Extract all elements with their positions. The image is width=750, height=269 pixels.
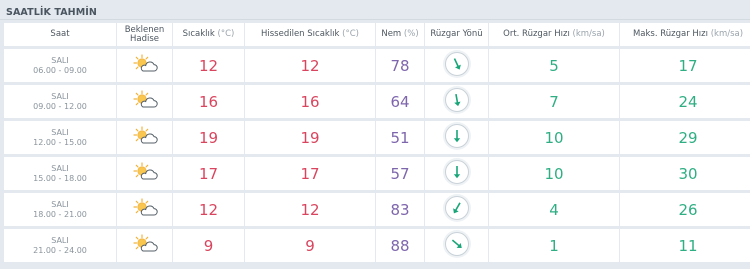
wind-direction-cell [425, 229, 488, 262]
table-row: SALI 06.00 - 09.00 12 12 78 5 17 [4, 49, 750, 82]
day-label: SALI [51, 163, 69, 173]
day-label: SALI [51, 199, 69, 209]
temperature-cell: 9 [173, 229, 244, 262]
time-cell: SALI 15.00 - 18.00 [4, 157, 116, 190]
wind-direction-cell [425, 85, 488, 118]
period-label: 15.00 - 18.00 [33, 173, 87, 183]
wind-direction-cell [425, 49, 488, 82]
table-header-row: Saat Beklenen Hadise Sıcaklık (°C) Hissed… [4, 23, 750, 46]
wind-direction-arrow-icon [444, 123, 469, 148]
humidity-cell: 51 [376, 121, 424, 154]
humidity-cell: 78 [376, 49, 424, 82]
period-label: 12.00 - 15.00 [33, 137, 87, 147]
forecast-table: Saat Beklenen Hadise Sıcaklık (°C) Hissed… [3, 20, 750, 265]
table-row: SALI 15.00 - 18.00 17 17 57 10 30 [4, 157, 750, 190]
header-feels: Hissedilen Sıcaklık (°C) [245, 23, 375, 46]
table-row: SALI 09.00 - 12.00 16 16 64 7 24 [4, 85, 750, 118]
feels-like-cell: 12 [245, 49, 375, 82]
feels-like-cell: 16 [245, 85, 375, 118]
avg-wind-cell: 7 [489, 85, 619, 118]
forecast-cell [117, 193, 172, 226]
partly-cloudy-icon [131, 233, 159, 254]
wind-direction-arrow-icon [444, 195, 469, 220]
avg-wind-cell: 5 [489, 49, 619, 82]
wind-direction-arrow-icon [444, 159, 469, 184]
table-row: SALI 21.00 - 24.00 9 9 88 1 11 [4, 229, 750, 262]
wind-direction-arrow-icon [444, 87, 469, 112]
forecast-cell [117, 49, 172, 82]
forecast-cell [117, 229, 172, 262]
avg-wind-cell: 10 [489, 157, 619, 190]
max-wind-cell: 24 [620, 85, 750, 118]
period-label: 18.00 - 21.00 [33, 209, 87, 219]
max-wind-cell: 29 [620, 121, 750, 154]
table-row: SALI 12.00 - 15.00 19 19 51 10 29 [4, 121, 750, 154]
max-wind-cell: 11 [620, 229, 750, 262]
humidity-cell: 57 [376, 157, 424, 190]
temperature-cell: 12 [173, 193, 244, 226]
partly-cloudy-icon [131, 53, 159, 74]
forecast-cell [117, 85, 172, 118]
feels-like-cell: 9 [245, 229, 375, 262]
table-row: SALI 18.00 - 21.00 12 12 83 4 26 [4, 193, 750, 226]
wind-direction-arrow-icon [444, 51, 469, 76]
time-cell: SALI 12.00 - 15.00 [4, 121, 116, 154]
time-cell: SALI 09.00 - 12.00 [4, 85, 116, 118]
partly-cloudy-icon [131, 89, 159, 110]
wind-direction-cell [425, 193, 488, 226]
temperature-cell: 16 [173, 85, 244, 118]
feels-like-cell: 17 [245, 157, 375, 190]
header-time: Saat [4, 23, 116, 46]
day-label: SALI [51, 91, 69, 101]
hourly-forecast-panel: SAATLİK TAHMİN Saat Beklenen Hadise Sıcak… [0, 0, 750, 269]
header-forecast: Beklenen Hadise [117, 23, 172, 46]
header-wind-direction: Rüzgar Yönü [425, 23, 488, 46]
temperature-cell: 12 [173, 49, 244, 82]
header-max-wind: Maks. Rüzgar Hızı (km/sa) [620, 23, 750, 46]
day-label: SALI [51, 127, 69, 137]
humidity-cell: 88 [376, 229, 424, 262]
period-label: 21.00 - 24.00 [33, 245, 87, 255]
day-label: SALI [51, 55, 69, 65]
partly-cloudy-icon [131, 161, 159, 182]
avg-wind-cell: 1 [489, 229, 619, 262]
panel-title: SAATLİK TAHMİN [6, 7, 97, 18]
forecast-cell [117, 121, 172, 154]
time-cell: SALI 18.00 - 21.00 [4, 193, 116, 226]
forecast-cell [117, 157, 172, 190]
time-cell: SALI 21.00 - 24.00 [4, 229, 116, 262]
partly-cloudy-icon [131, 125, 159, 146]
period-label: 09.00 - 12.00 [33, 101, 87, 111]
wind-direction-cell [425, 157, 488, 190]
humidity-cell: 64 [376, 85, 424, 118]
avg-wind-cell: 10 [489, 121, 619, 154]
max-wind-cell: 17 [620, 49, 750, 82]
humidity-cell: 83 [376, 193, 424, 226]
header-humidity: Nem (%) [376, 23, 424, 46]
temperature-cell: 19 [173, 121, 244, 154]
feels-like-cell: 12 [245, 193, 375, 226]
header-temp: Sıcaklık (°C) [173, 23, 244, 46]
max-wind-cell: 30 [620, 157, 750, 190]
time-cell: SALI 06.00 - 09.00 [4, 49, 116, 82]
partly-cloudy-icon [131, 197, 159, 218]
wind-direction-cell [425, 121, 488, 154]
header-avg-wind: Ort. Rüzgar Hızı (km/sa) [489, 23, 619, 46]
wind-direction-arrow-icon [444, 231, 469, 256]
period-label: 06.00 - 09.00 [33, 65, 87, 75]
temperature-cell: 17 [173, 157, 244, 190]
avg-wind-cell: 4 [489, 193, 619, 226]
feels-like-cell: 19 [245, 121, 375, 154]
day-label: SALI [51, 235, 69, 245]
max-wind-cell: 26 [620, 193, 750, 226]
